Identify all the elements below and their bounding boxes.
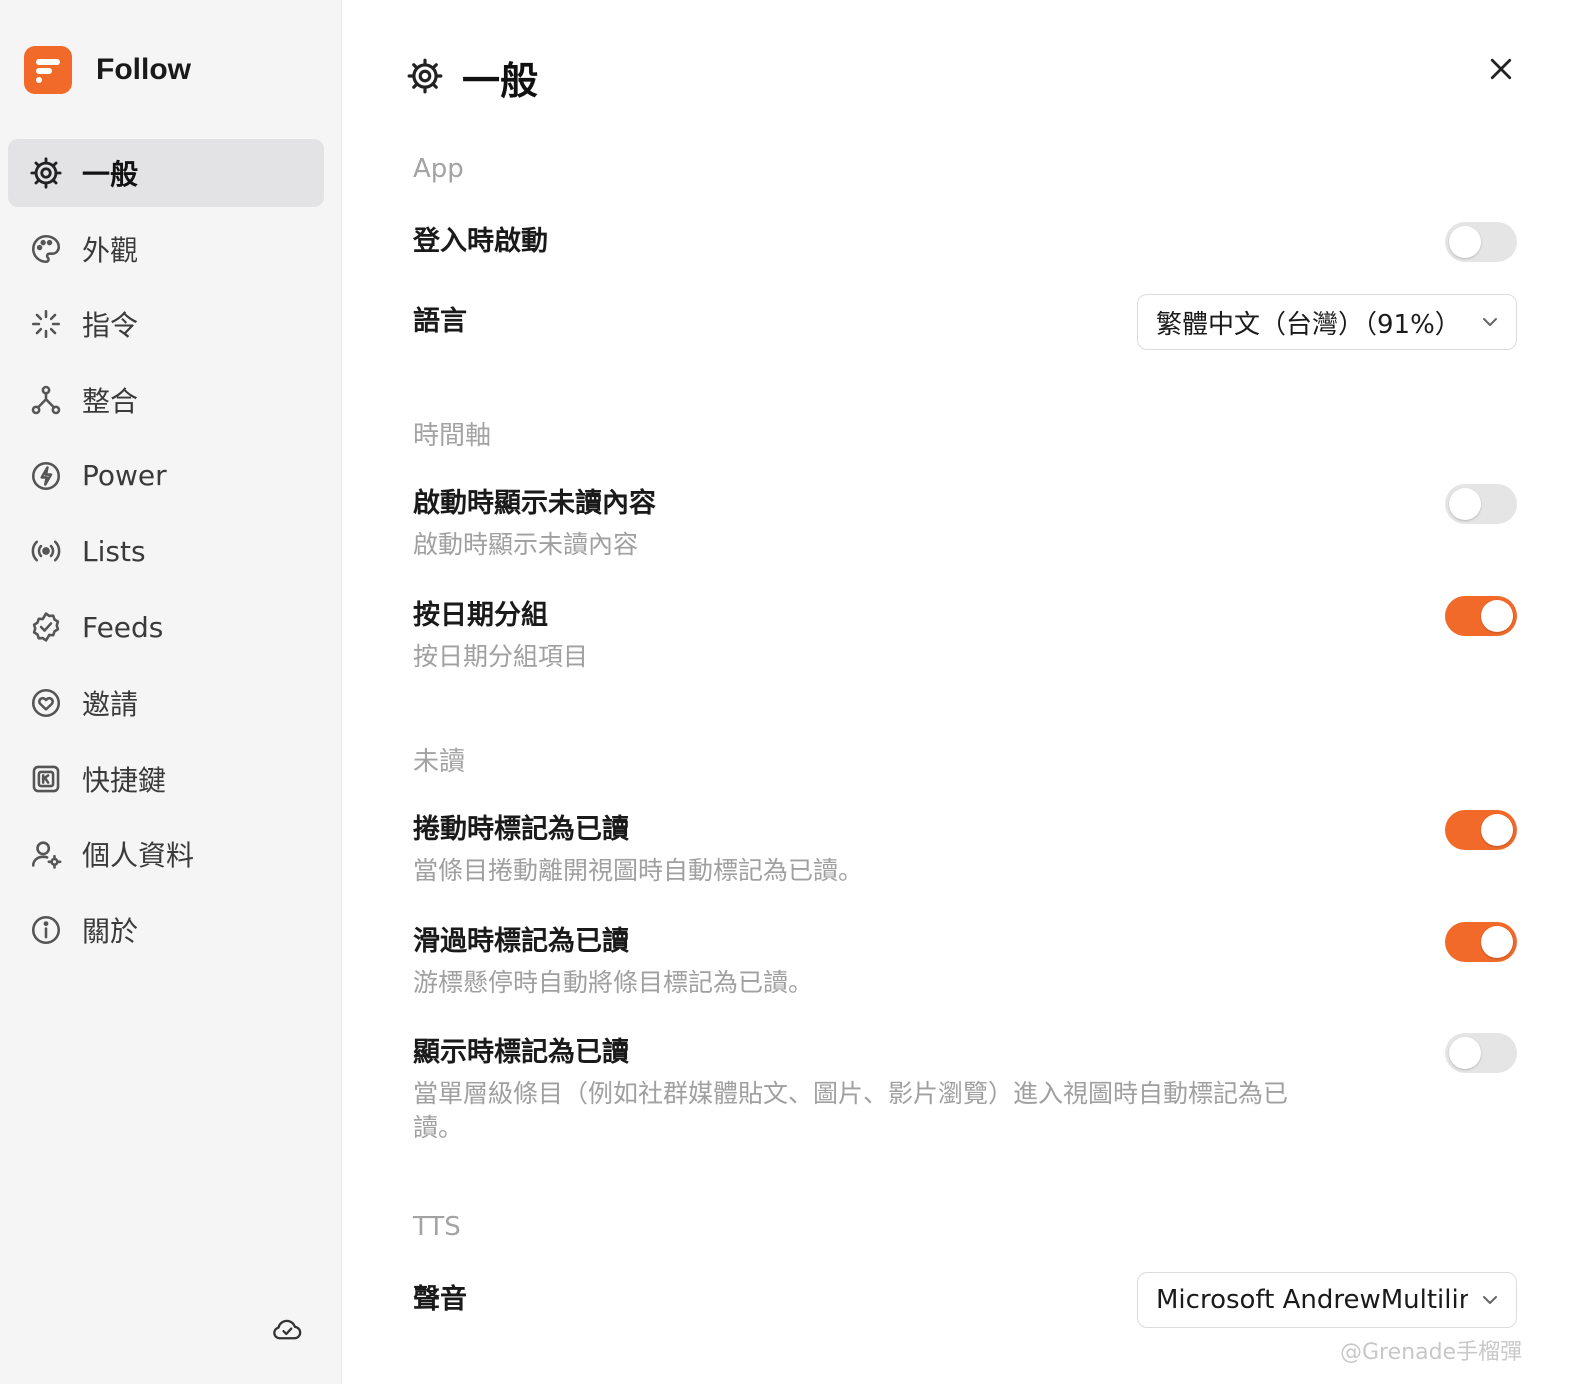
settings-nav: 一般 外觀 指令 整合 Power Lists Feeds 邀請 快捷鍵 個人資… — [8, 139, 324, 972]
section-title-unread: 未讀 — [413, 747, 466, 777]
sidebar-item-label: Lists — [82, 534, 146, 568]
close-icon — [1486, 54, 1516, 88]
sidebar-item-label: Power — [82, 459, 167, 493]
sidebar-item-label: 外觀 — [82, 233, 139, 267]
launch-at-login-toggle[interactable] — [1445, 222, 1517, 262]
mark-on-hover-toggle[interactable] — [1445, 922, 1517, 962]
sidebar-item-profile[interactable]: 個人資料 — [8, 820, 324, 888]
gear-icon — [28, 155, 64, 191]
sidebar-item-label: 整合 — [82, 385, 139, 419]
sidebar: Follow 一般 外觀 指令 整合 Power Lists Feeds 邀請 … — [0, 0, 342, 1384]
setting-group-by-date: 按日期分組 按日期分組項目 — [413, 596, 1517, 674]
sidebar-item-about[interactable]: 關於 — [8, 896, 324, 964]
setting-language: 語言 繁體中文（台灣）（91%） — [413, 294, 1517, 350]
voice-select[interactable]: Microsoft AndrewMultilingual — [1137, 1272, 1517, 1328]
setting-show-unread-on-launch: 啟動時顯示未讀內容 啟動時顯示未讀內容 — [413, 484, 1517, 562]
sidebar-item-feeds[interactable]: Feeds — [8, 593, 324, 661]
setting-label: 按日期分組 — [413, 600, 548, 631]
setting-description: 當條目捲動離開視圖時自動標記為已讀。 — [413, 856, 864, 885]
heart-icon — [28, 685, 64, 721]
setting-description: 按日期分組項目 — [413, 642, 589, 671]
mark-on-render-toggle[interactable] — [1445, 1033, 1517, 1073]
setting-label: 捲動時標記為已讀 — [413, 814, 629, 845]
sidebar-item-label: 指令 — [82, 309, 139, 343]
brand: Follow — [24, 46, 191, 94]
chevron-down-icon — [1478, 310, 1502, 334]
watermark: @Grenade手榴彈 — [1340, 1340, 1523, 1365]
sidebar-item-actions[interactable]: 指令 — [8, 290, 324, 358]
keyboard-icon — [28, 761, 64, 797]
language-select-value: 繁體中文（台灣）（91%） — [1156, 309, 1461, 340]
user-settings-icon — [28, 836, 64, 872]
info-icon — [28, 912, 64, 948]
section-title-timeline: 時間軸 — [413, 421, 492, 451]
setting-label: 滑過時標記為已讀 — [413, 926, 629, 957]
setting-description: 啟動時顯示未讀內容 — [413, 530, 639, 559]
mark-on-scroll-toggle[interactable] — [1445, 810, 1517, 850]
page-header: 一般 — [406, 50, 538, 105]
section-title-app: App — [413, 154, 464, 184]
close-button[interactable] — [1482, 52, 1520, 90]
language-select[interactable]: 繁體中文（台灣）（91%） — [1137, 294, 1517, 350]
setting-description: 當單層級條目（例如社群媒體貼文、圖片、影片瀏覽）進入視圖時自動標記為已讀。 — [413, 1079, 1289, 1142]
voice-select-value: Microsoft AndrewMultilingual — [1156, 1285, 1468, 1315]
cloud-check-icon[interactable] — [270, 1312, 304, 1346]
chevron-down-icon — [1478, 1288, 1502, 1312]
setting-label: 登入時啟動 — [413, 226, 548, 257]
setting-launch-at-login: 登入時啟動 — [413, 222, 1517, 262]
setting-mark-on-render: 顯示時標記為已讀 當單層級條目（例如社群媒體貼文、圖片、影片瀏覽）進入視圖時自動… — [413, 1033, 1517, 1145]
brand-name: Follow — [96, 53, 191, 86]
group-by-date-toggle[interactable] — [1445, 596, 1517, 636]
show-unread-on-launch-toggle[interactable] — [1445, 484, 1517, 524]
setting-label: 啟動時顯示未讀內容 — [413, 488, 656, 519]
sidebar-item-general[interactable]: 一般 — [8, 139, 324, 207]
palette-icon — [28, 231, 64, 267]
sidebar-item-appearance[interactable]: 外觀 — [8, 215, 324, 283]
sparkle-icon — [28, 306, 64, 342]
sidebar-item-label: Feeds — [82, 610, 164, 644]
setting-description: 游標懸停時自動將條目標記為已讀。 — [413, 968, 814, 997]
sidebar-item-label: 關於 — [82, 914, 139, 948]
badge-check-icon — [28, 609, 64, 645]
section-title-tts: TTS — [413, 1212, 461, 1242]
sidebar-item-label: 個人資料 — [82, 839, 195, 873]
sidebar-item-label: 一般 — [82, 158, 139, 191]
page-title: 一般 — [462, 59, 539, 103]
sidebar-item-lists[interactable]: Lists — [8, 517, 324, 585]
sidebar-item-label: 邀請 — [82, 687, 139, 721]
sidebar-item-power[interactable]: Power — [8, 442, 324, 510]
sidebar-item-label: 快捷鍵 — [82, 763, 167, 797]
gear-icon — [406, 57, 444, 99]
sidebar-item-shortcuts[interactable]: 快捷鍵 — [8, 745, 324, 813]
broadcast-icon — [28, 533, 64, 569]
setting-label: 顯示時標記為已讀 — [413, 1037, 629, 1068]
follow-logo-icon — [24, 46, 72, 94]
setting-mark-on-scroll: 捲動時標記為已讀 當條目捲動離開視圖時自動標記為已讀。 — [413, 810, 1517, 888]
settings-main: 一般 App 登入時啟動 語言 繁體中文（台灣）（91%） 時間軸 啟動時顯示未… — [342, 0, 1582, 1384]
setting-mark-on-hover: 滑過時標記為已讀 游標懸停時自動將條目標記為已讀。 — [413, 922, 1517, 1000]
setting-voice: 聲音 Microsoft AndrewMultilingual — [413, 1272, 1517, 1328]
integration-icon — [28, 382, 64, 418]
sidebar-item-integration[interactable]: 整合 — [8, 366, 324, 434]
sidebar-item-invitations[interactable]: 邀請 — [8, 669, 324, 737]
power-icon — [28, 458, 64, 494]
